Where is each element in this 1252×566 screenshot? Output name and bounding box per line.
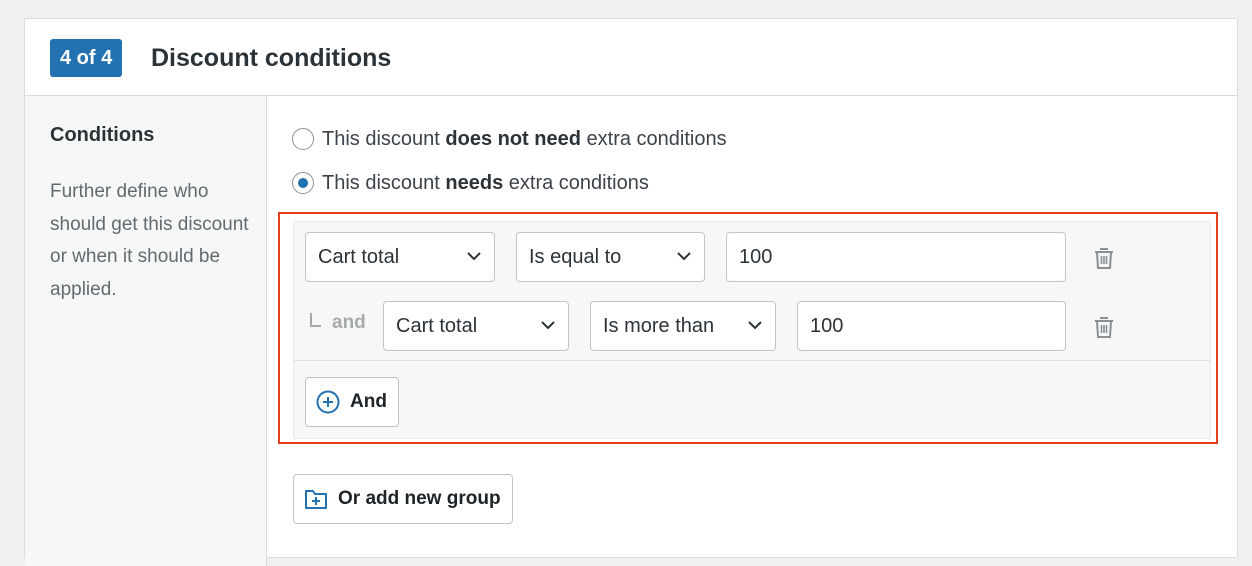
card-header: 4 of 4 Discount conditions — [25, 19, 1237, 96]
radio-needs-conditions[interactable]: This discount needs extra conditions — [292, 170, 649, 196]
radio-label: This discount does not need extra condit… — [322, 127, 727, 150]
card-title: Discount conditions — [151, 44, 392, 72]
conditions-sidebar: Conditions Further define who should get… — [25, 96, 267, 566]
radio-button[interactable] — [292, 128, 314, 150]
add-new-group-button[interactable]: Or add new group — [293, 474, 513, 524]
folder-plus-icon — [305, 490, 327, 509]
highlight-box — [278, 212, 1218, 444]
sidebar-description: Further define who should get this disco… — [50, 181, 249, 300]
radio-label: This discount needs extra conditions — [322, 171, 649, 194]
sidebar-title: Conditions — [50, 124, 155, 146]
step-badge: 4 of 4 — [50, 39, 123, 77]
radio-button-checked[interactable] — [292, 172, 314, 194]
radio-no-conditions[interactable]: This discount does not need extra condit… — [292, 126, 727, 152]
